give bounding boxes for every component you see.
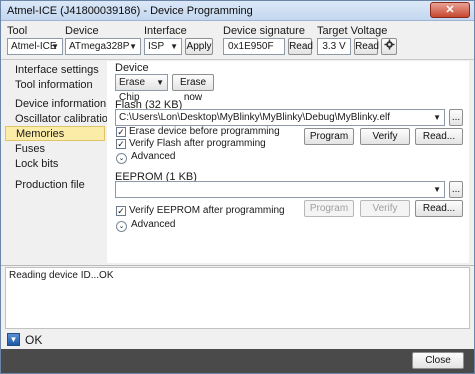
device-label: Device	[65, 25, 99, 37]
voltage-field: 3.3 V	[317, 38, 351, 55]
window-title: Atmel-ICE (J41800039186) - Device Progra…	[7, 5, 253, 17]
tool-label: Tool	[7, 25, 28, 37]
gear-icon	[384, 39, 395, 50]
close-icon: ✕	[445, 4, 455, 16]
sidebar-item-tool-information[interactable]: Tool information	[5, 78, 105, 93]
sidebar-item-oscillator-calibration[interactable]: Oscillator calibration	[5, 112, 114, 127]
device-programming-window: Atmel-ICE (J41800039186) - Device Progra…	[0, 0, 475, 374]
verify-flash-option[interactable]: ✓ Verify Flash after programming	[116, 138, 266, 149]
chevron-down-icon: ▼	[433, 185, 441, 194]
device-heading: Device	[115, 62, 149, 74]
eeprom-browse-button[interactable]: ...	[449, 181, 463, 198]
flash-file-combo[interactable]: C:\Users\Lon\Desktop\MyBlinky\MyBlinky\D…	[115, 109, 445, 126]
sidebar: Interface settings Tool information Devi…	[5, 61, 114, 263]
voltage-label: Target Voltage	[317, 25, 388, 37]
interface-label: Interface	[144, 25, 187, 37]
settings-button[interactable]	[381, 38, 398, 55]
verify-eeprom-checkbox[interactable]: ✓	[116, 206, 126, 216]
verify-eeprom-option[interactable]: ✓ Verify EEPROM after programming	[116, 205, 285, 216]
close-button[interactable]: Close	[412, 352, 464, 369]
sidebar-item-interface-settings[interactable]: Interface settings	[5, 63, 105, 78]
flash-verify-button[interactable]: Verify	[360, 128, 410, 145]
eeprom-program-button[interactable]: Program	[304, 200, 354, 217]
verify-flash-checkbox[interactable]: ✓	[116, 139, 126, 149]
apply-button[interactable]: Apply	[185, 38, 214, 55]
title-bar: Atmel-ICE (J41800039186) - Device Progra…	[1, 1, 474, 21]
flash-file-path: C:\Users\Lon\Desktop\MyBlinky\MyBlinky\D…	[119, 112, 391, 123]
verify-eeprom-label: Verify EEPROM after programming	[129, 205, 285, 216]
log-message: Reading device ID...OK	[9, 270, 114, 281]
interface-select[interactable]: ISP ▼	[144, 38, 182, 55]
flash-advanced-toggle[interactable]: ⌄ Advanced	[116, 151, 175, 164]
voltage-group: Target Voltage 3.3 V Read	[317, 25, 398, 55]
erase-before-checkbox[interactable]: ✓	[116, 127, 126, 137]
signature-group: Device signature 0x1E950F Read	[223, 25, 313, 55]
sidebar-item-fuses[interactable]: Fuses	[5, 142, 105, 157]
erase-before-label: Erase device before programming	[129, 126, 280, 137]
flash-read-button[interactable]: Read...	[415, 128, 463, 145]
signature-read-button[interactable]: Read	[288, 38, 313, 55]
sidebar-item-production-file[interactable]: Production file	[5, 178, 105, 193]
chevron-down-icon: ▼	[51, 42, 59, 51]
chevron-down-icon: ⌄	[116, 153, 127, 164]
chevron-down-icon: ▼	[129, 42, 137, 51]
sidebar-item-lock-bits[interactable]: Lock bits	[5, 157, 105, 172]
footer-bar: Close	[1, 349, 474, 373]
status-log: Reading device ID...OK	[5, 267, 470, 329]
voltage-read-button[interactable]: Read	[354, 38, 379, 55]
window-close-button[interactable]: ✕	[430, 2, 470, 18]
output-expand-button[interactable]: ▼	[7, 333, 20, 346]
interface-group: Interface ISP ▼ Apply	[144, 25, 214, 55]
erase-before-option[interactable]: ✓ Erase device before programming	[116, 126, 280, 137]
tool-select[interactable]: Atmel-ICE ▼	[7, 38, 63, 55]
eeprom-verify-button[interactable]: Verify	[360, 200, 410, 217]
device-group: Device ATmega328P ▼	[65, 25, 141, 55]
eeprom-file-combo[interactable]: ▼	[115, 181, 445, 198]
toolbar: Tool Atmel-ICE ▼ Device ATmega328P ▼ Int…	[1, 21, 474, 59]
output-status: OK	[25, 333, 43, 347]
device-select-value: ATmega328P	[69, 41, 130, 52]
flash-browse-button[interactable]: ...	[449, 109, 463, 126]
tool-select-value: Atmel-ICE	[11, 41, 57, 52]
sidebar-item-memories[interactable]: Memories	[5, 126, 105, 141]
signature-field: 0x1E950F	[223, 38, 285, 55]
flash-program-button[interactable]: Program	[304, 128, 354, 145]
erase-now-button[interactable]: Erase now	[172, 74, 214, 103]
signature-label: Device signature	[223, 25, 305, 37]
interface-select-value: ISP	[148, 41, 165, 52]
tool-group: Tool Atmel-ICE ▼	[7, 25, 63, 55]
log-divider	[1, 265, 474, 266]
memories-panel: Device Erase Chip ▼ Erase now Flash (32 …	[107, 61, 469, 263]
output-bar: ▼ OK	[1, 331, 474, 349]
chevron-down-icon: ▼	[156, 78, 164, 87]
flash-advanced-label: Advanced	[131, 151, 176, 162]
chevron-down-icon: ⌄	[116, 221, 127, 232]
verify-flash-label: Verify Flash after programming	[129, 138, 266, 149]
chevron-down-icon: ▼	[170, 42, 178, 51]
erase-mode-select[interactable]: Erase Chip ▼	[115, 74, 168, 103]
device-select[interactable]: ATmega328P ▼	[65, 38, 141, 55]
sidebar-item-device-information[interactable]: Device information	[5, 97, 106, 112]
eeprom-advanced-label: Advanced	[131, 219, 176, 230]
chevron-down-icon: ▼	[9, 335, 18, 344]
toolbar-divider	[1, 59, 474, 60]
eeprom-advanced-toggle[interactable]: ⌄ Advanced	[116, 219, 175, 232]
chevron-down-icon: ▼	[433, 113, 441, 122]
eeprom-read-button[interactable]: Read...	[415, 200, 463, 217]
